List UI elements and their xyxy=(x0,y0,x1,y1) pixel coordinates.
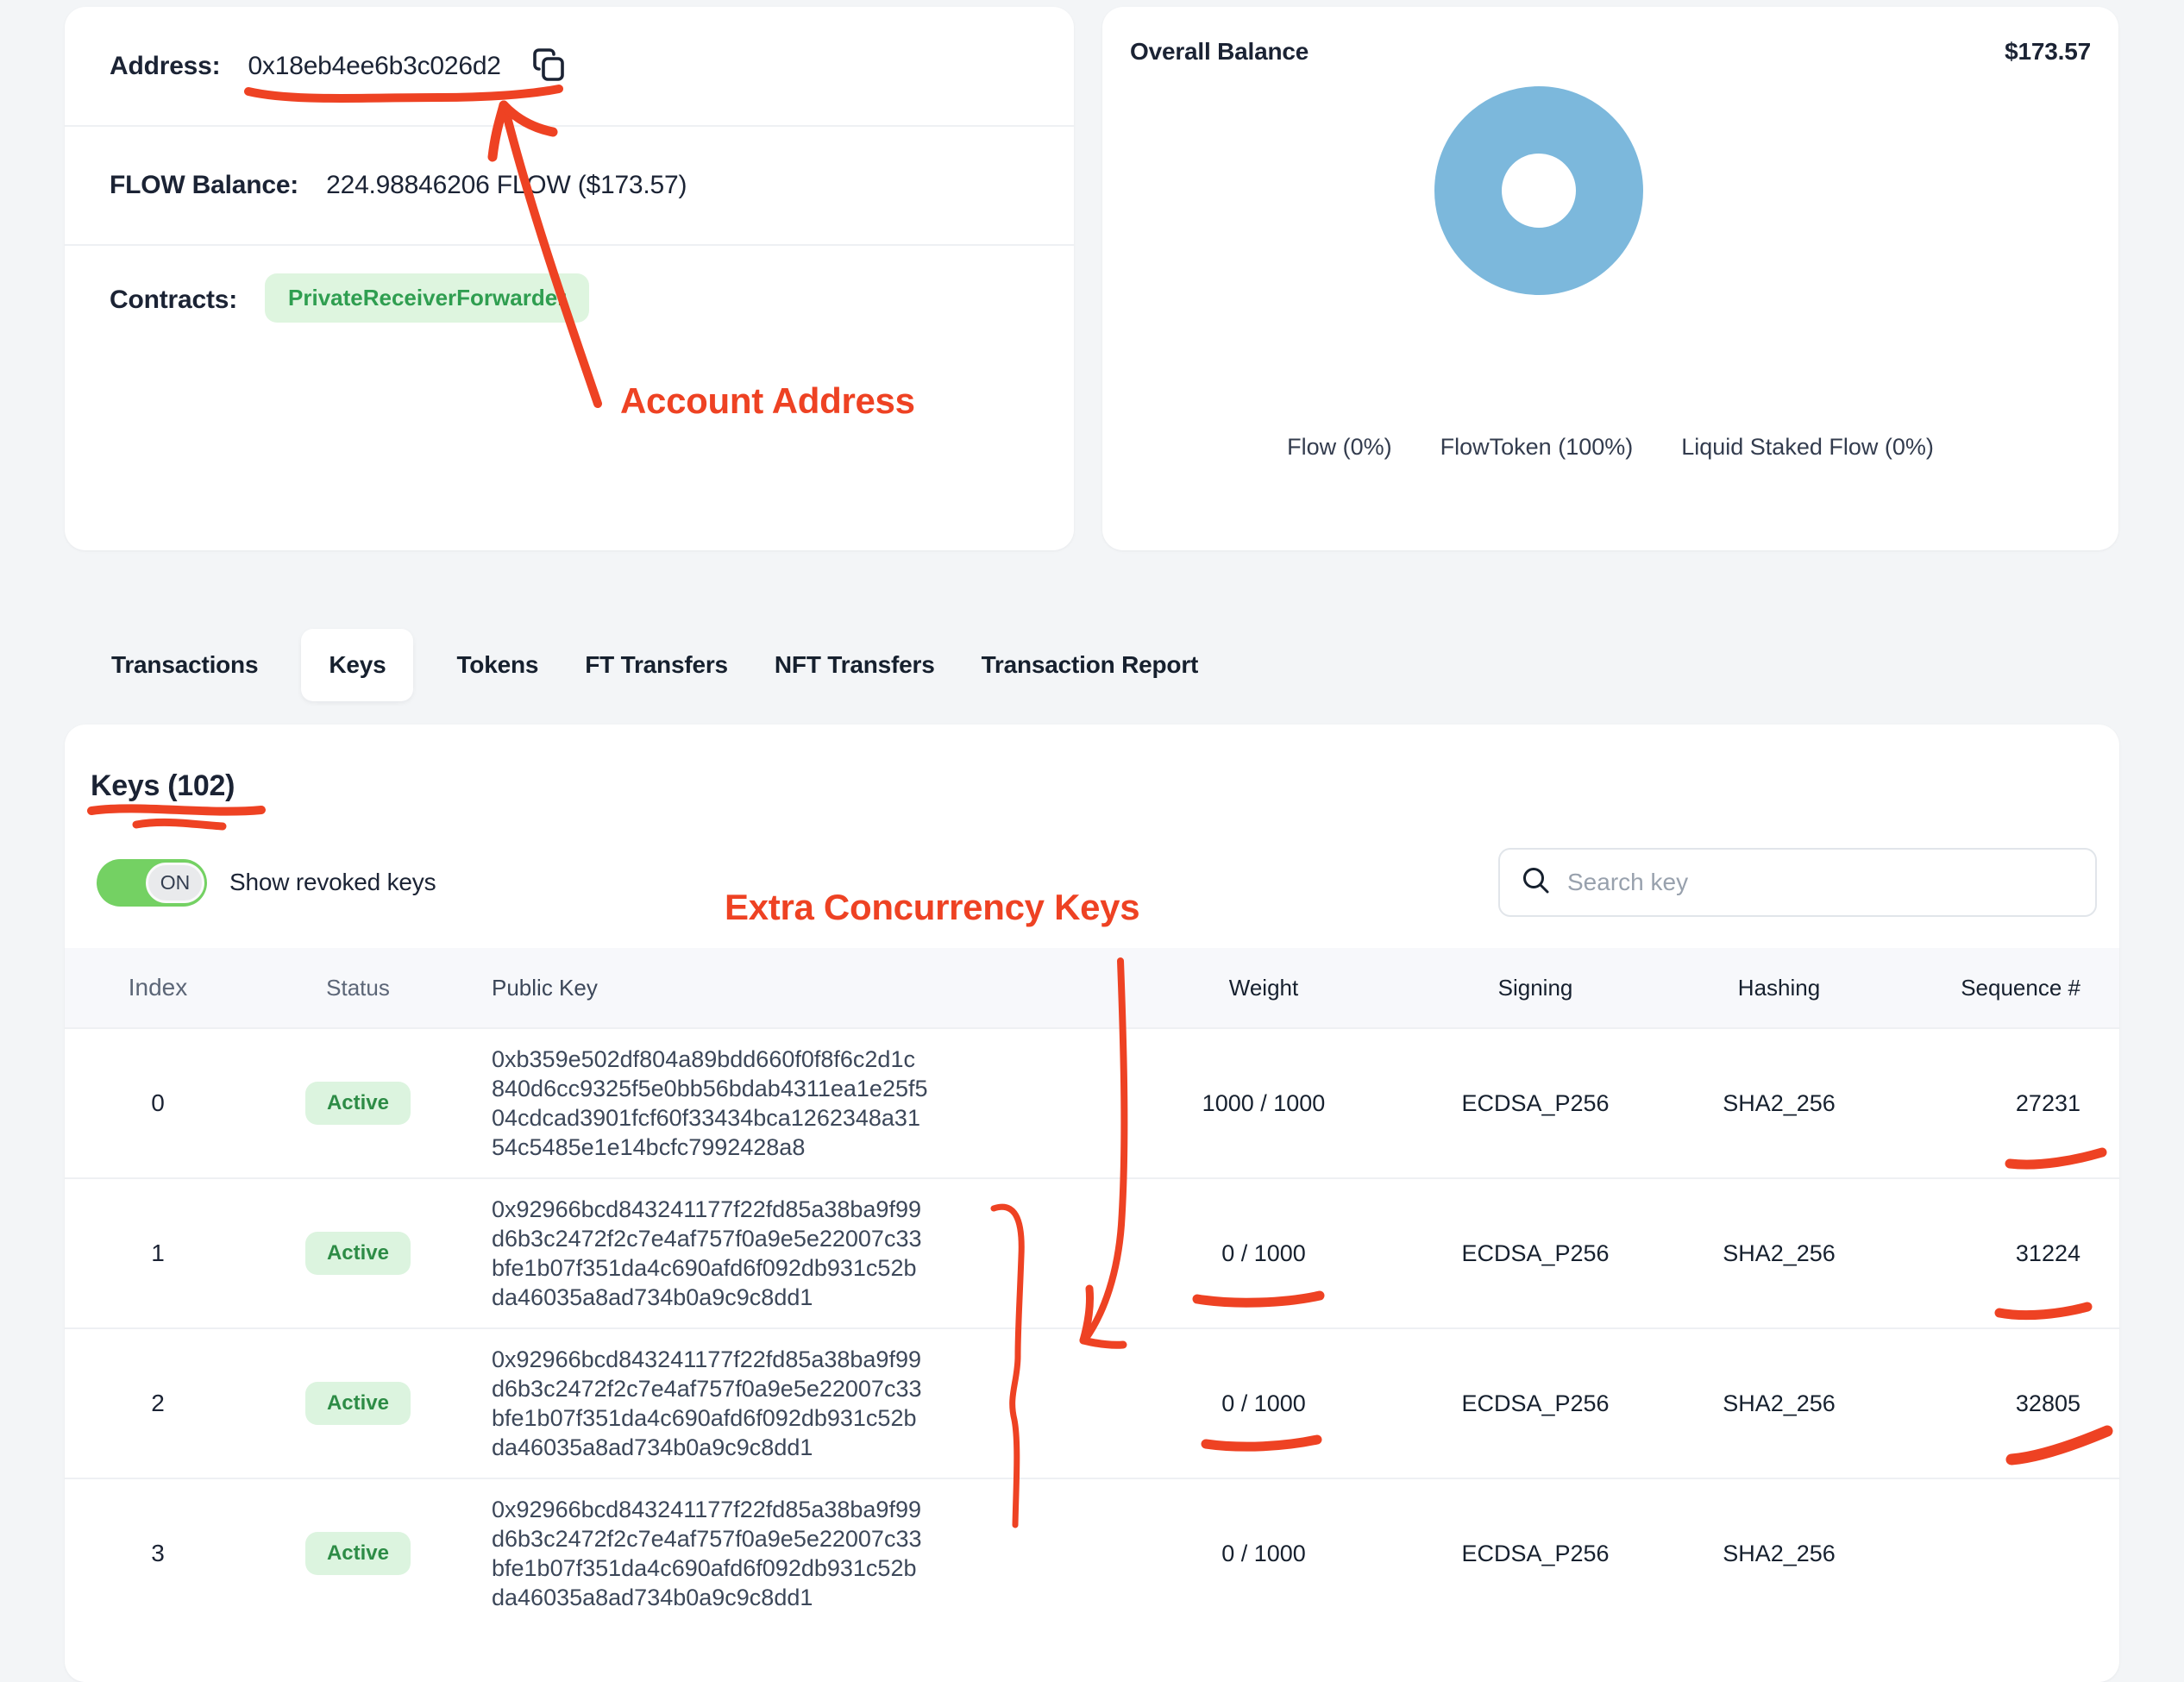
key-index: 1 xyxy=(65,1240,251,1267)
public-key-line: 54c5485e1e14bcfc7992428a8 xyxy=(492,1133,1169,1162)
chart-legend: Flow (0%) FlowToken (100%) Liquid Staked… xyxy=(1102,434,2118,461)
col-header-sequence: Sequence # xyxy=(1846,975,2119,1001)
key-index: 2 xyxy=(65,1390,251,1417)
col-header-hashing: Hashing xyxy=(1712,975,1846,1001)
key-hashing: SHA2_256 xyxy=(1712,1240,1846,1267)
tab-tokens[interactable]: Tokens xyxy=(453,651,542,679)
key-status: Active xyxy=(251,1532,465,1575)
top-cards-row: Address: 0x18eb4ee6b3c026d2 FLOW Balance… xyxy=(0,0,2184,550)
key-signing: ECDSA_P256 xyxy=(1359,1390,1712,1417)
public-key-line: da46035a8ad734b0a9c9c8dd1 xyxy=(492,1433,1169,1462)
balance-header: Overall Balance $173.57 xyxy=(1102,7,2118,66)
key-row-2: 2 Active 0x92966bcd843241177f22fd85a38ba… xyxy=(65,1327,2119,1478)
key-signing: ECDSA_P256 xyxy=(1359,1240,1712,1267)
key-weight: 0 / 1000 xyxy=(1169,1240,1359,1267)
address-label: Address: xyxy=(110,52,220,81)
legend-item-flow[interactable]: Flow (0%) xyxy=(1287,434,1392,461)
address-value: 0x18eb4ee6b3c026d2 xyxy=(248,52,500,81)
public-key-line: d6b3c2472f2c7e4af757f0a9e5e22007c33 xyxy=(492,1224,1169,1253)
keys-table-header: Index Status Public Key Weight Signing H… xyxy=(65,948,2119,1027)
balance-amount: $173.57 xyxy=(2005,38,2091,66)
contract-badge[interactable]: PrivateReceiverForwarder xyxy=(265,273,589,323)
key-status: Active xyxy=(251,1082,465,1125)
public-key-line: 0x92966bcd843241177f22fd85a38ba9f99 xyxy=(492,1345,1169,1374)
flow-balance-value: 224.98846206 FLOW ($173.57) xyxy=(326,171,687,200)
key-signing: ECDSA_P256 xyxy=(1359,1090,1712,1117)
show-revoked-keys-label: Show revoked keys xyxy=(229,869,436,896)
key-row-1: 1 Active 0x92966bcd843241177f22fd85a38ba… xyxy=(65,1177,2119,1327)
copy-address-button[interactable] xyxy=(527,43,570,89)
show-revoked-keys-toggle[interactable]: ON xyxy=(97,859,207,907)
key-sequence: 32805 xyxy=(1846,1390,2119,1417)
legend-item-liquid-staked[interactable]: Liquid Staked Flow (0%) xyxy=(1681,434,1934,461)
flow-balance-label: FLOW Balance: xyxy=(110,171,298,200)
key-search-box xyxy=(1498,848,2097,917)
tab-ft-transfers[interactable]: FT Transfers xyxy=(581,651,731,679)
public-key-line: 0x92966bcd843241177f22fd85a38ba9f99 xyxy=(492,1195,1169,1224)
public-key: 0xb359e502df804a89bdd660f0f8f6c2d1c 840d… xyxy=(465,1029,1169,1177)
col-header-signing: Signing xyxy=(1359,975,1712,1001)
tab-transactions[interactable]: Transactions xyxy=(108,651,261,679)
account-info-card: Address: 0x18eb4ee6b3c026d2 FLOW Balance… xyxy=(65,7,1074,550)
key-search-input[interactable] xyxy=(1567,869,2074,896)
public-key-line: d6b3c2472f2c7e4af757f0a9e5e22007c33 xyxy=(492,1524,1169,1553)
copy-icon xyxy=(527,43,570,89)
search-icon xyxy=(1521,865,1552,901)
contracts-label: Contracts: xyxy=(110,286,237,315)
public-key-line: da46035a8ad734b0a9c9c8dd1 xyxy=(492,1583,1169,1612)
key-index: 3 xyxy=(65,1540,251,1567)
keys-controls: ON Show revoked keys xyxy=(65,848,2119,917)
key-status: Active xyxy=(251,1382,465,1425)
status-badge: Active xyxy=(305,1082,411,1125)
keys-section-title: Keys (102) xyxy=(65,725,2119,803)
col-header-status: Status xyxy=(251,975,465,1001)
public-key-line: 04cdcad3901fcf60f33434bca1262348a31 xyxy=(492,1103,1169,1133)
flow-balance-row: FLOW Balance: 224.98846206 FLOW ($173.57… xyxy=(65,125,1074,244)
keys-table: Index Status Public Key Weight Signing H… xyxy=(65,948,2119,1628)
key-hashing: SHA2_256 xyxy=(1712,1541,1846,1567)
col-header-public-key: Public Key xyxy=(465,957,1169,1018)
tab-transaction-report[interactable]: Transaction Report xyxy=(978,651,1202,679)
overall-balance-card: Overall Balance $173.57 Flow (0%) FlowTo… xyxy=(1102,7,2118,550)
contracts-row: Contracts: PrivateReceiverForwarder xyxy=(65,244,1074,550)
key-row-3: 3 Active 0x92966bcd843241177f22fd85a38ba… xyxy=(65,1478,2119,1628)
public-key-line: bfe1b07f351da4c690afd6f092db931c52b xyxy=(492,1403,1169,1433)
key-sequence: 31224 xyxy=(1846,1240,2119,1267)
key-hashing: SHA2_256 xyxy=(1712,1390,1846,1417)
address-row: Address: 0x18eb4ee6b3c026d2 xyxy=(65,7,1074,125)
public-key-line: 0xb359e502df804a89bdd660f0f8f6c2d1c xyxy=(492,1045,1169,1074)
public-key-line: 840d6cc9325f5e0bb56bdab4311ea1e25f5 xyxy=(492,1074,1169,1103)
status-badge: Active xyxy=(305,1232,411,1275)
key-sequence: 27231 xyxy=(1846,1090,2119,1117)
keys-card: Keys (102) ON Show revoked keys Index St… xyxy=(65,725,2119,1682)
account-tabs: Transactions Keys Tokens FT Transfers NF… xyxy=(65,550,2119,725)
key-signing: ECDSA_P256 xyxy=(1359,1541,1712,1567)
balance-title: Overall Balance xyxy=(1130,38,1309,66)
public-key-line: 0x92966bcd843241177f22fd85a38ba9f99 xyxy=(492,1495,1169,1524)
public-key: 0x92966bcd843241177f22fd85a38ba9f99 d6b3… xyxy=(465,1179,1169,1327)
status-badge: Active xyxy=(305,1532,411,1575)
tab-keys[interactable]: Keys xyxy=(301,629,413,701)
balance-donut-chart xyxy=(1434,86,1643,295)
key-status: Active xyxy=(251,1232,465,1275)
key-weight: 1000 / 1000 xyxy=(1169,1090,1359,1117)
status-badge: Active xyxy=(305,1382,411,1425)
col-header-weight: Weight xyxy=(1169,975,1359,1001)
public-key: 0x92966bcd843241177f22fd85a38ba9f99 d6b3… xyxy=(465,1479,1169,1628)
key-index: 0 xyxy=(65,1089,251,1117)
col-header-index: Index xyxy=(65,974,251,1001)
key-weight: 0 / 1000 xyxy=(1169,1541,1359,1567)
public-key-line: da46035a8ad734b0a9c9c8dd1 xyxy=(492,1283,1169,1312)
legend-item-flowtoken[interactable]: FlowToken (100%) xyxy=(1440,434,1634,461)
tab-nft-transfers[interactable]: NFT Transfers xyxy=(771,651,938,679)
key-hashing: SHA2_256 xyxy=(1712,1090,1846,1117)
toggle-knob: ON xyxy=(146,863,204,903)
key-row-0: 0 Active 0xb359e502df804a89bdd660f0f8f6c… xyxy=(65,1027,2119,1177)
public-key-line: bfe1b07f351da4c690afd6f092db931c52b xyxy=(492,1253,1169,1283)
public-key-line: bfe1b07f351da4c690afd6f092db931c52b xyxy=(492,1553,1169,1583)
public-key: 0x92966bcd843241177f22fd85a38ba9f99 d6b3… xyxy=(465,1329,1169,1478)
key-weight: 0 / 1000 xyxy=(1169,1390,1359,1417)
public-key-line: d6b3c2472f2c7e4af757f0a9e5e22007c33 xyxy=(492,1374,1169,1403)
